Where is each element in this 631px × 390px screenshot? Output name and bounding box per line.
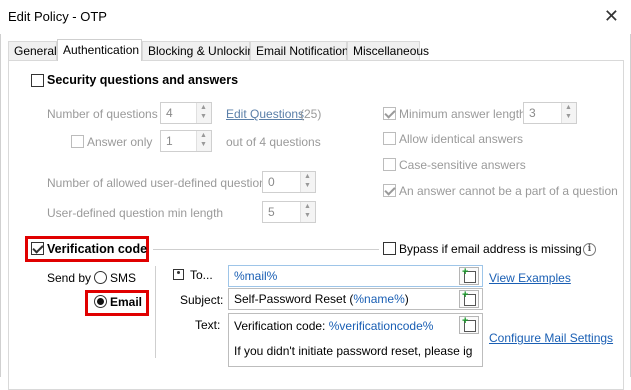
num-questions-spinner[interactable]: 4 ▲ ▼ xyxy=(160,102,212,124)
to-field[interactable]: %mail% xyxy=(228,265,483,287)
edit-questions-link[interactable]: Edit Questions xyxy=(226,107,304,121)
email-radio[interactable] xyxy=(94,295,107,308)
allow-identical-label: Allow identical answers xyxy=(399,132,524,146)
tab-miscellaneous[interactable]: Miscellaneous xyxy=(347,41,429,60)
answer-only-label: Answer only xyxy=(87,135,153,149)
security-questions-label: Security questions and answers xyxy=(47,73,239,87)
answer-only-value: 1 xyxy=(166,134,173,148)
send-by-label: Send by xyxy=(47,271,92,285)
to-value: %mail% xyxy=(234,269,278,283)
address-book-icon[interactable] xyxy=(173,269,184,280)
min-answer-checkbox[interactable] xyxy=(383,107,396,120)
spinner-buttons[interactable]: ▲ ▼ xyxy=(196,131,211,151)
edit-questions-count: (25) xyxy=(300,107,322,121)
email-label: Email xyxy=(110,295,143,309)
min-length-label: User-defined question min length xyxy=(47,206,224,220)
text-variable: %verificationcode% xyxy=(328,319,434,333)
view-examples-link[interactable]: View Examples xyxy=(489,271,571,285)
spinner-buttons[interactable]: ▲ ▼ xyxy=(300,172,315,192)
to-button[interactable]: To... xyxy=(190,268,213,282)
num-questions-label: Number of questions xyxy=(47,107,158,121)
subject-text: Self-Password Reset ( xyxy=(234,292,354,306)
window-title: Edit Policy - OTP xyxy=(8,9,107,24)
sms-label: SMS xyxy=(110,271,137,285)
user-defined-spinner[interactable]: 0 ▲ ▼ xyxy=(262,171,316,193)
spinner-buttons[interactable]: ▲ ▼ xyxy=(196,103,211,123)
text-line2: If you didn't initiate password reset, p… xyxy=(234,344,473,358)
security-questions-checkbox[interactable] xyxy=(31,74,44,87)
vertical-divider xyxy=(155,266,156,358)
user-defined-label: Number of allowed user-defined questions xyxy=(47,176,272,190)
allow-identical-checkbox[interactable] xyxy=(383,132,396,145)
not-part-label: An answer cannot be a part of a question xyxy=(399,184,618,198)
section-divider xyxy=(153,249,379,250)
title-bar: Edit Policy - OTP ✕ xyxy=(0,0,631,34)
tab-general[interactable]: General xyxy=(8,41,57,60)
out-of-label: out of 4 questions xyxy=(226,135,321,149)
insert-variable-icon[interactable] xyxy=(459,266,479,285)
insert-variable-icon[interactable] xyxy=(459,289,479,308)
spinner-buttons[interactable]: ▲ ▼ xyxy=(300,202,315,222)
subject-variable: %name% xyxy=(353,292,405,306)
configure-mail-link[interactable]: Configure Mail Settings xyxy=(489,331,613,345)
subject-suffix: ) xyxy=(404,292,409,306)
case-sensitive-checkbox[interactable] xyxy=(383,158,396,171)
user-defined-value: 0 xyxy=(268,175,275,189)
text-label: Text: xyxy=(195,318,221,332)
subject-label: Subject: xyxy=(180,293,224,307)
min-answer-value: 3 xyxy=(529,106,536,120)
min-answer-label: Minimum answer length xyxy=(399,107,526,121)
text-line1: Verification code: xyxy=(234,319,329,333)
info-icon[interactable]: i xyxy=(583,243,596,256)
tab-blocking-unlocking[interactable]: Blocking & Unlocking xyxy=(142,41,261,60)
answer-only-checkbox[interactable] xyxy=(71,135,84,148)
sms-radio[interactable] xyxy=(94,271,107,284)
min-length-value: 5 xyxy=(268,205,275,219)
window-border-left xyxy=(0,34,1,377)
min-answer-spinner[interactable]: 3 ▲ ▼ xyxy=(523,102,577,124)
spinner-buttons[interactable]: ▲ ▼ xyxy=(561,103,576,123)
bypass-checkbox[interactable] xyxy=(383,242,396,255)
subject-field[interactable]: Self-Password Reset (%name%) xyxy=(228,288,483,310)
text-body-field[interactable]: Verification code: %verificationcode% If… xyxy=(228,313,483,367)
answer-only-spinner[interactable]: 1 ▲ ▼ xyxy=(160,130,212,152)
verification-code-checkbox[interactable] xyxy=(31,242,44,255)
num-questions-value: 4 xyxy=(166,106,173,120)
tab-authentication[interactable]: Authentication xyxy=(57,39,142,61)
insert-variable-icon[interactable] xyxy=(459,315,479,334)
close-icon[interactable]: ✕ xyxy=(604,6,619,27)
not-part-checkbox[interactable] xyxy=(383,184,396,197)
tab-email-notifications[interactable]: Email Notifications xyxy=(250,41,355,60)
min-length-spinner[interactable]: 5 ▲ ▼ xyxy=(262,201,316,223)
bypass-label: Bypass if email address is missing xyxy=(399,242,582,256)
verification-code-label: Verification code xyxy=(47,242,148,256)
case-sensitive-label: Case-sensitive answers xyxy=(399,158,526,172)
